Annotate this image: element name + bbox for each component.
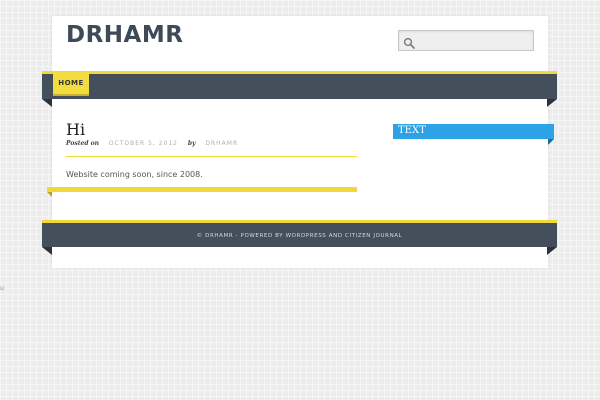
by-label: by [187,140,196,147]
post-date-link[interactable]: OCTOBER 5, 2012 [109,140,178,147]
main-navigation [42,71,557,99]
post-content: Website coming soon, since 2008. [66,170,203,179]
post-meta: Posted on OCTOBER 5, 2012 by DRHAMR [66,140,238,147]
search-input[interactable] [419,31,529,50]
nav-item-home[interactable]: HOME [53,72,89,96]
footer-theme-link[interactable]: CITIZEN JOURNAL [345,233,402,239]
widget-title: TEXT [398,125,426,136]
sidebar-widget: TEXT [393,124,554,139]
post-title[interactable]: Hi [66,120,85,139]
footer-credits: © DRHAMR - POWERED BY WORDPRESS AND CITI… [42,233,557,239]
footer-wordpress-link[interactable]: WORDPRESS [286,233,327,239]
widget-ribbon-fold [548,139,554,145]
site-title[interactable]: DRHAMR [66,22,183,48]
nav-ribbon-fold-left [42,99,52,107]
post-ribbon-fold [47,192,52,197]
footer: © DRHAMR - POWERED BY WORDPRESS AND CITI… [42,220,557,247]
post-divider [66,156,357,157]
footer-powered-by: - POWERED BY [233,233,286,239]
footer-ribbon-fold-left [42,247,52,255]
posted-on-label: Posted on [66,140,99,147]
footer-and: AND [326,233,346,239]
footer-ribbon-fold-right [547,247,557,255]
edge-glyph: u [0,285,4,292]
post-author-link[interactable]: DRHAMR [205,140,238,147]
post-ribbon [47,187,357,192]
nav-ribbon-fold-right [547,99,557,107]
search-box[interactable] [398,30,534,51]
search-icon [403,34,415,49]
footer-site-link[interactable]: © DRHAMR [197,233,234,239]
